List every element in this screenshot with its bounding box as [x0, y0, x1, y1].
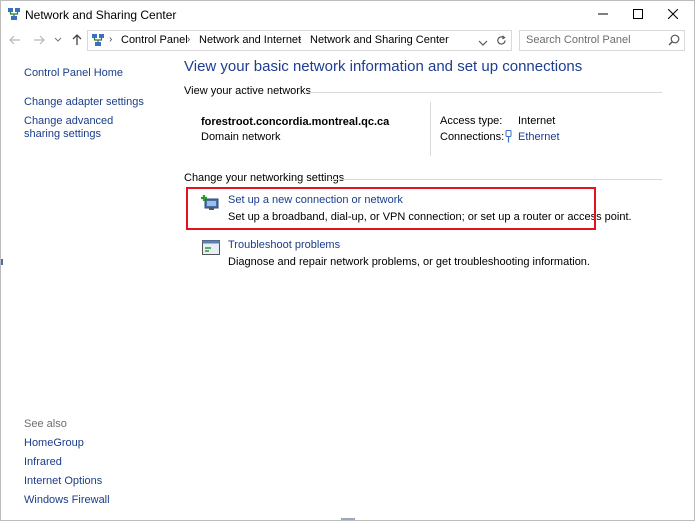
back-button[interactable] [7, 32, 23, 48]
breadcrumb-control-panel[interactable]: Control Panel [121, 34, 188, 46]
minimize-icon [598, 13, 608, 15]
refresh-icon [497, 35, 506, 45]
search-box[interactable] [519, 30, 685, 51]
access-type-value: Internet [518, 115, 556, 127]
address-dropdown-button[interactable] [478, 34, 490, 46]
connections-label: Connections: [440, 131, 505, 143]
address-bar[interactable]: › Control Panel › Network and Internet ›… [87, 30, 493, 51]
left-navigation-pane: Control Panel Home Change adapter settin… [1, 51, 171, 520]
navigation-bar: › Control Panel › Network and Internet ›… [1, 29, 694, 51]
refresh-button[interactable] [492, 30, 512, 51]
forward-arrow-icon [34, 35, 45, 45]
access-type-label: Access type: [440, 115, 503, 127]
ethernet-connection-link[interactable]: Ethernet [518, 131, 560, 143]
maximize-button[interactable] [621, 1, 655, 27]
close-icon [668, 9, 678, 19]
chevron-down-icon [54, 37, 62, 42]
close-button[interactable] [656, 1, 690, 27]
see-also-label: See also [24, 418, 67, 430]
network-sharing-center-icon [7, 7, 21, 21]
infrared-link[interactable]: Infrared [24, 456, 62, 469]
change-adapter-settings-link[interactable]: Change adapter settings [24, 96, 144, 109]
vertical-divider [430, 102, 431, 156]
back-arrow-icon [9, 35, 20, 45]
recent-locations-button[interactable] [53, 32, 63, 48]
control-panel-home-link[interactable]: Control Panel Home [24, 67, 123, 80]
breadcrumb-separator[interactable]: › [109, 34, 112, 45]
chevron-down-icon [478, 40, 488, 46]
breadcrumb-network-and-internet[interactable]: Network and Internet [199, 34, 301, 46]
troubleshoot-description: Diagnose and repair network problems, or… [228, 256, 590, 268]
network-name: forestroot.concordia.montreal.qc.ca [201, 116, 390, 128]
troubleshoot-problems-link[interactable]: Troubleshoot problems [228, 239, 340, 251]
page-title: View your basic network information and … [184, 58, 583, 75]
highlight-box [186, 187, 596, 230]
window-title: Network and Sharing Center [25, 8, 177, 22]
up-button[interactable] [69, 32, 85, 48]
internet-options-link[interactable]: Internet Options [24, 475, 102, 488]
active-networks-label: View your active networks [184, 85, 311, 97]
ethernet-icon [505, 130, 512, 143]
section-divider [330, 179, 662, 180]
change-advanced-sharing-settings-link[interactable]: Change advanced sharing settings [24, 115, 144, 141]
section-divider [304, 92, 662, 93]
maximize-icon [633, 9, 643, 19]
breadcrumb-network-sharing-center[interactable]: Network and Sharing Center [310, 34, 449, 46]
breadcrumb-separator[interactable]: › [298, 34, 301, 45]
up-arrow-icon [72, 34, 82, 45]
minimize-button[interactable] [586, 1, 620, 27]
title-bar: Network and Sharing Center [1, 1, 694, 29]
change-settings-label: Change your networking settings [184, 172, 345, 184]
troubleshoot-task: Troubleshoot problems Diagnose and repai… [201, 239, 641, 273]
homegroup-link[interactable]: HomeGroup [24, 437, 84, 450]
network-category: Domain network [201, 131, 281, 143]
control-panel-icon [91, 33, 105, 47]
troubleshoot-icon [201, 239, 221, 257]
windows-firewall-link[interactable]: Windows Firewall [24, 494, 110, 507]
breadcrumb-separator[interactable]: › [187, 34, 190, 45]
forward-button[interactable] [31, 32, 47, 48]
search-input[interactable] [526, 33, 664, 47]
window-edge-marker [1, 259, 3, 265]
search-icon[interactable] [668, 34, 680, 46]
network-sharing-center-window: Network and Sharing Center › Control Pan… [0, 0, 695, 521]
